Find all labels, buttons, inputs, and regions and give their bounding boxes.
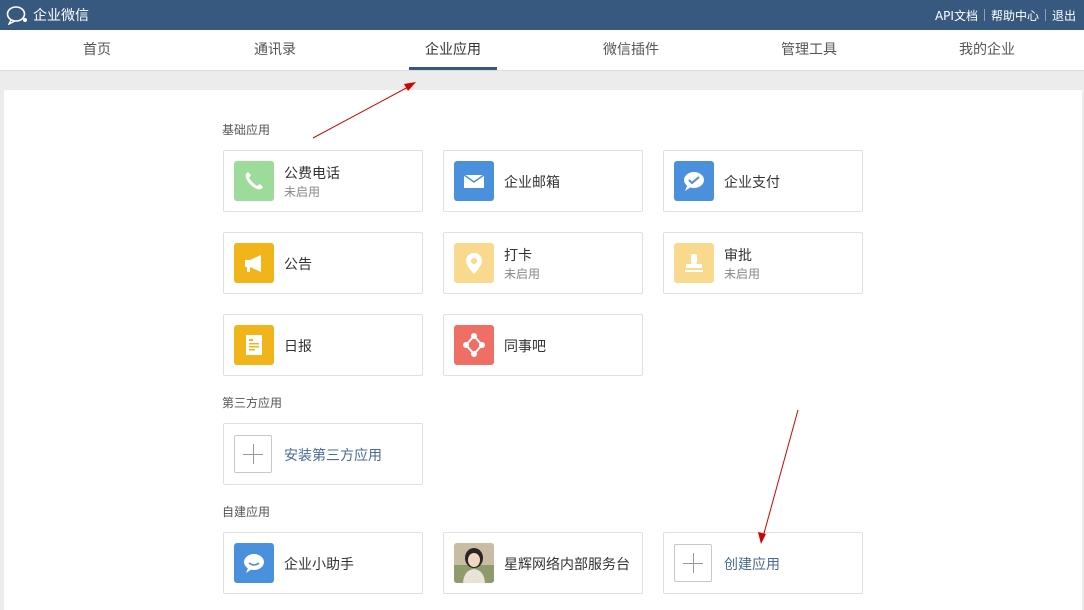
app-icon-bg [454,243,494,283]
app-status: 未启用 [504,267,541,281]
tab-home[interactable]: 首页 [37,30,157,70]
help-center-link[interactable]: 帮助中心 [985,7,1045,24]
app-card-notice[interactable]: 公告 [223,232,423,294]
tab-label: 我的企业 [959,42,1015,58]
app-icon-bg [454,325,494,365]
app-icon-bg [234,543,274,583]
app-card-mail[interactable]: 企业邮箱 [443,150,643,212]
create-app-label: 创建应用 [724,557,780,573]
install-third-party-button[interactable]: 安装第三方应用 [223,423,423,485]
tab-my-enterprise[interactable]: 我的企业 [927,30,1047,70]
app-icon-bg [674,161,714,201]
app-name: 星辉网络内部服务台 [504,557,630,573]
report-icon [246,335,262,355]
network-icon [463,333,485,357]
app-name: 公费电话 [284,166,340,182]
app-card-service-desk[interactable]: 星辉网络内部服务台 [443,532,643,594]
top-links: API文档 帮助中心 退出 [929,0,1082,30]
app-name: 同事吧 [504,339,546,355]
main-nav: 首页 通讯录 企业应用 微信插件 管理工具 我的企业 [0,30,1084,71]
logout-link[interactable]: 退出 [1046,7,1082,24]
tab-label: 首页 [83,42,111,58]
app-status: 未启用 [284,185,321,199]
chat-bubble-icon [244,554,264,573]
plus-icon [674,544,712,582]
mail-icon [463,174,485,188]
tab-label: 管理工具 [781,42,837,58]
tab-contacts[interactable]: 通讯录 [215,30,335,70]
tab-label: 通讯录 [254,42,296,58]
app-icon-bg [674,243,714,283]
app-name: 企业小助手 [284,557,354,573]
app-status: 未启用 [724,267,761,281]
app-card-phone[interactable]: 公费电话 未启用 [223,150,423,212]
section-title-custom: 自建应用 [222,505,271,519]
app-card-daily-report[interactable]: 日报 [223,314,423,376]
wework-logo-icon [6,6,27,25]
api-docs-link[interactable]: API文档 [929,7,984,24]
app-card-pay[interactable]: 企业支付 [663,150,863,212]
app-icon-bg [234,161,274,201]
logo[interactable]: 企业微信 [6,5,89,25]
section-title-basic: 基础应用 [222,123,271,137]
tab-management-tools[interactable]: 管理工具 [749,30,869,70]
app-name: 日报 [284,339,312,355]
app-card-approval[interactable]: 审批 未启用 [663,232,863,294]
app-card-assistant[interactable]: 企业小助手 [223,532,423,594]
app-name: 打卡 [504,248,532,264]
create-app-button[interactable]: 创建应用 [663,532,863,594]
megaphone-icon [245,255,261,272]
app-icon-bg [234,325,274,365]
section-title-third-party: 第三方应用 [222,396,283,410]
tab-label: 企业应用 [425,42,481,58]
phone-icon [245,172,263,190]
tab-label: 微信插件 [603,42,659,58]
stamp-icon [685,254,703,272]
avatar [454,543,494,583]
logo-text: 企业微信 [33,8,89,24]
app-name: 审批 [724,248,752,264]
pay-icon [684,172,704,191]
app-name: 企业邮箱 [504,175,560,191]
tab-enterprise-apps[interactable]: 企业应用 [393,30,513,70]
location-icon [466,253,482,274]
app-card-checkin[interactable]: 打卡 未启用 [443,232,643,294]
top-bar: 企业微信 API文档 帮助中心 退出 [0,0,1084,30]
app-name: 企业支付 [724,175,780,191]
tab-wechat-plugin[interactable]: 微信插件 [571,30,691,70]
app-name: 公告 [284,257,312,273]
avatar-photo [454,543,494,583]
app-icon-bg [234,243,274,283]
app-icon-bg [454,161,494,201]
active-tab-indicator [409,67,497,70]
plus-icon [234,435,272,473]
app-card-colleague[interactable]: 同事吧 [443,314,643,376]
install-third-party-label: 安装第三方应用 [284,448,382,464]
